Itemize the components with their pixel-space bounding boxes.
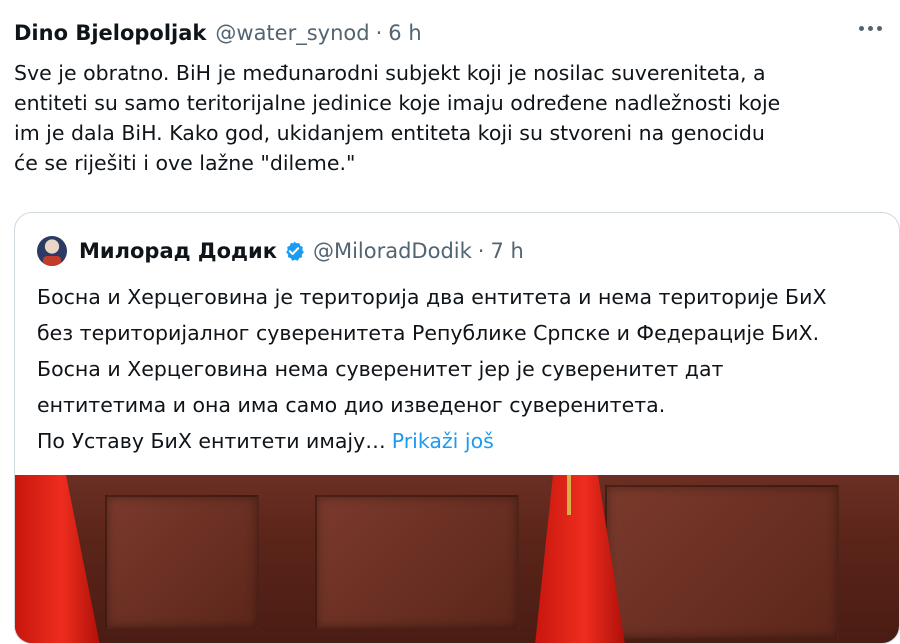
quoted-text-line: ентитетима и она има само дио изведеног … — [37, 393, 666, 417]
quoted-tweet-text: Босна и Херцеговина је територија два ен… — [37, 279, 887, 459]
quoted-author-name[interactable]: Милорад Додик — [79, 239, 277, 263]
wood-panel — [605, 485, 839, 639]
show-more-link[interactable]: Prikaži još — [392, 429, 494, 453]
quoted-tweet-card[interactable]: Милорад Додик @MiloradDodik · 7 h Босна … — [14, 212, 900, 644]
quoted-text-last-line: По Уставу БиХ ентитети имају… Prikaži još — [37, 423, 887, 459]
verified-badge-icon — [283, 240, 305, 262]
flag-pole — [567, 475, 571, 515]
quoted-timestamp[interactable]: 7 h — [490, 239, 523, 263]
quoted-text-line: Босна и Херцеговина нема суверенитет јер… — [37, 357, 724, 381]
quoted-author-handle[interactable]: @MiloradDodik — [313, 239, 472, 263]
wood-panel — [105, 495, 259, 629]
author-name[interactable]: Dino Bjelopoljak — [14, 21, 206, 45]
quoted-tweet-media[interactable] — [15, 475, 899, 643]
quoted-text-truncated: По Уставу БиХ ентитети имају… — [37, 429, 386, 453]
quoted-tweet-header: Милорад Додик @MiloradDodik · 7 h — [37, 235, 524, 267]
separator-dot: · — [477, 239, 485, 263]
tweet-header: Dino Bjelopoljak @water_synod · 6 h — [14, 18, 422, 48]
wood-panel — [315, 495, 519, 629]
quoted-text-line: Босна и Херцеговина је територија два ен… — [37, 285, 827, 309]
tweet[interactable]: Dino Bjelopoljak @water_synod · 6 h Sve … — [0, 0, 900, 644]
more-horizontal-icon — [859, 26, 864, 31]
separator-dot: · — [375, 21, 383, 45]
avatar[interactable] — [37, 236, 67, 266]
tweet-text: Sve je obratno. BiH je međunarodni subje… — [14, 61, 781, 175]
more-options-button[interactable] — [855, 22, 886, 35]
quoted-text-line: без територијалног суверенитета Републик… — [37, 321, 820, 345]
flag — [15, 475, 100, 643]
author-handle[interactable]: @water_synod — [215, 21, 369, 45]
timestamp[interactable]: 6 h — [388, 21, 421, 45]
